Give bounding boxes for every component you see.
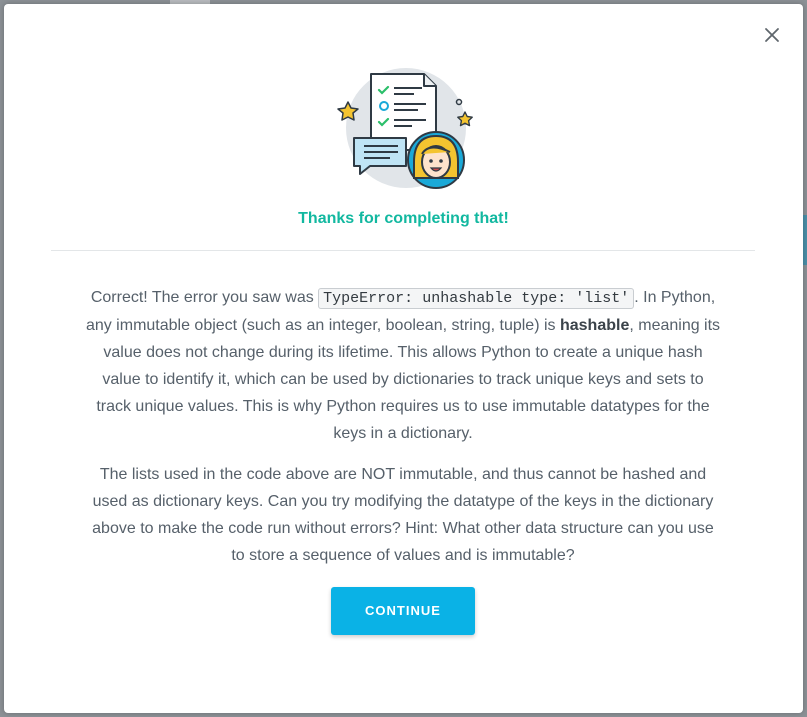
paragraph-1: Correct! The error you saw was TypeError… xyxy=(84,284,722,447)
close-button[interactable] xyxy=(763,26,781,44)
hashable-term: hashable xyxy=(559,317,630,334)
modal-title: Thanks for completing that! xyxy=(298,210,509,227)
paragraph-1-suffix: , meaning its value does not change duri… xyxy=(96,317,721,442)
error-code-snippet: TypeError: unhashable type: 'list' xyxy=(318,288,635,309)
close-icon xyxy=(765,28,779,42)
divider xyxy=(51,250,755,251)
completion-illustration-icon xyxy=(334,66,476,194)
paragraph-1-prefix: Correct! The error you saw was xyxy=(90,289,319,306)
continue-button[interactable]: CONTINUE xyxy=(331,587,475,635)
paragraph-2: The lists used in the code above are NOT… xyxy=(92,466,714,564)
explanation-text: Correct! The error you saw was TypeError… xyxy=(84,284,722,583)
completion-modal: Thanks for completing that! Correct! The… xyxy=(4,4,803,713)
